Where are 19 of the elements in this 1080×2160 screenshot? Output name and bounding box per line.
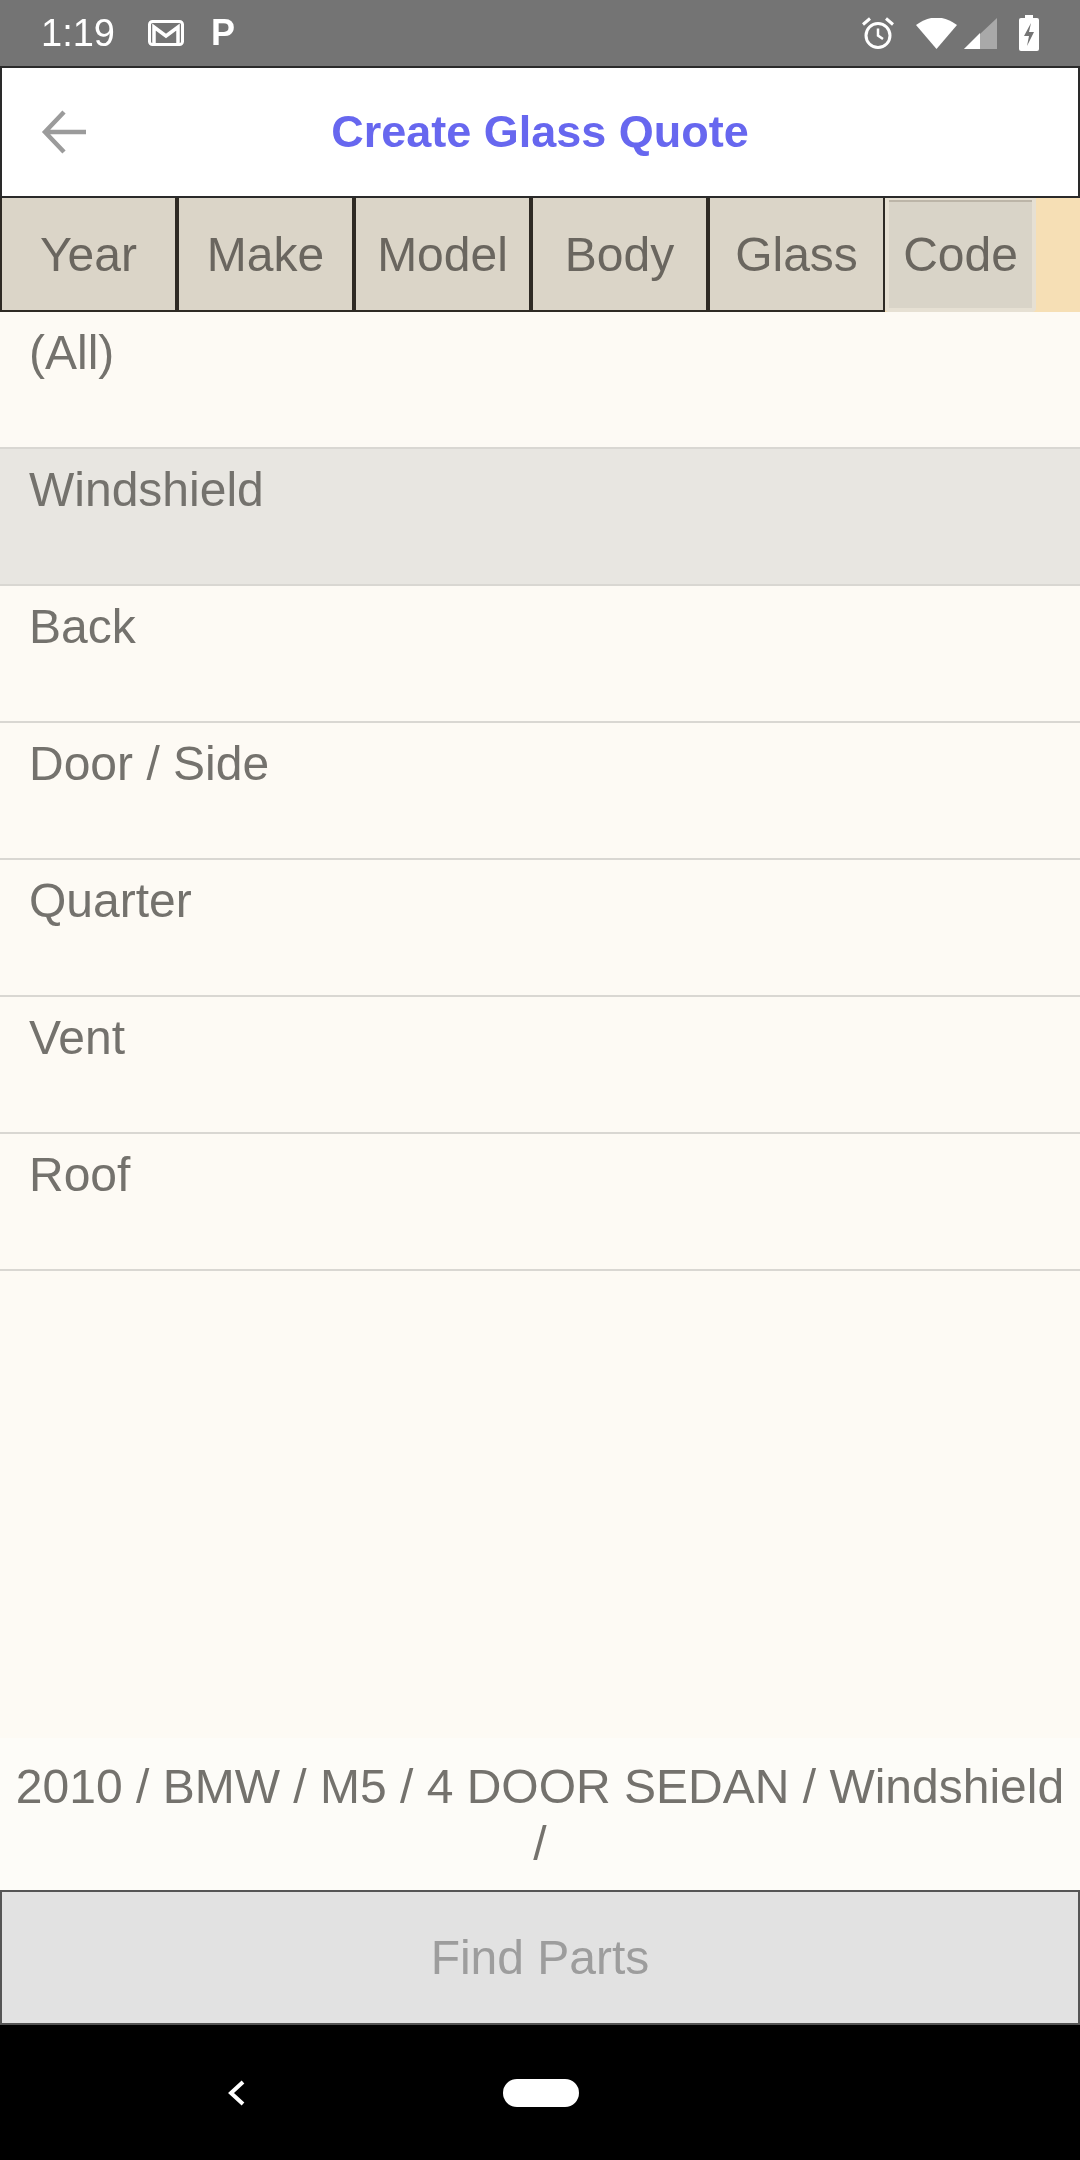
wifi-icon: [916, 17, 957, 49]
back-arrow-icon[interactable]: [41, 109, 87, 155]
signal-icon: [964, 17, 997, 49]
step-tab[interactable]: Code: [885, 198, 1036, 312]
screen-title: Create Glass Quote: [331, 106, 749, 158]
status-time: 1:19: [41, 13, 115, 53]
back-chevron-icon[interactable]: [227, 2079, 245, 2106]
home-pill-icon[interactable]: [503, 2078, 579, 2107]
envelope-icon: [147, 20, 184, 46]
step-tab[interactable]: Model: [354, 198, 531, 312]
battery-charging-icon: [1019, 15, 1039, 51]
notification-letter: P: [210, 16, 235, 50]
step-tab[interactable]: Year: [0, 198, 177, 312]
list-item[interactable]: Windshield: [0, 449, 1080, 586]
step-tab[interactable]: Make: [177, 198, 354, 312]
alarm-clock-icon: [861, 16, 895, 50]
selection-summary: 2010 / BMW / M5 / 4 DOOR SEDAN / Windshield /: [14, 1759, 1066, 1872]
step-tab[interactable]: Body: [531, 198, 708, 312]
step-tab[interactable]: Glass: [708, 198, 885, 312]
